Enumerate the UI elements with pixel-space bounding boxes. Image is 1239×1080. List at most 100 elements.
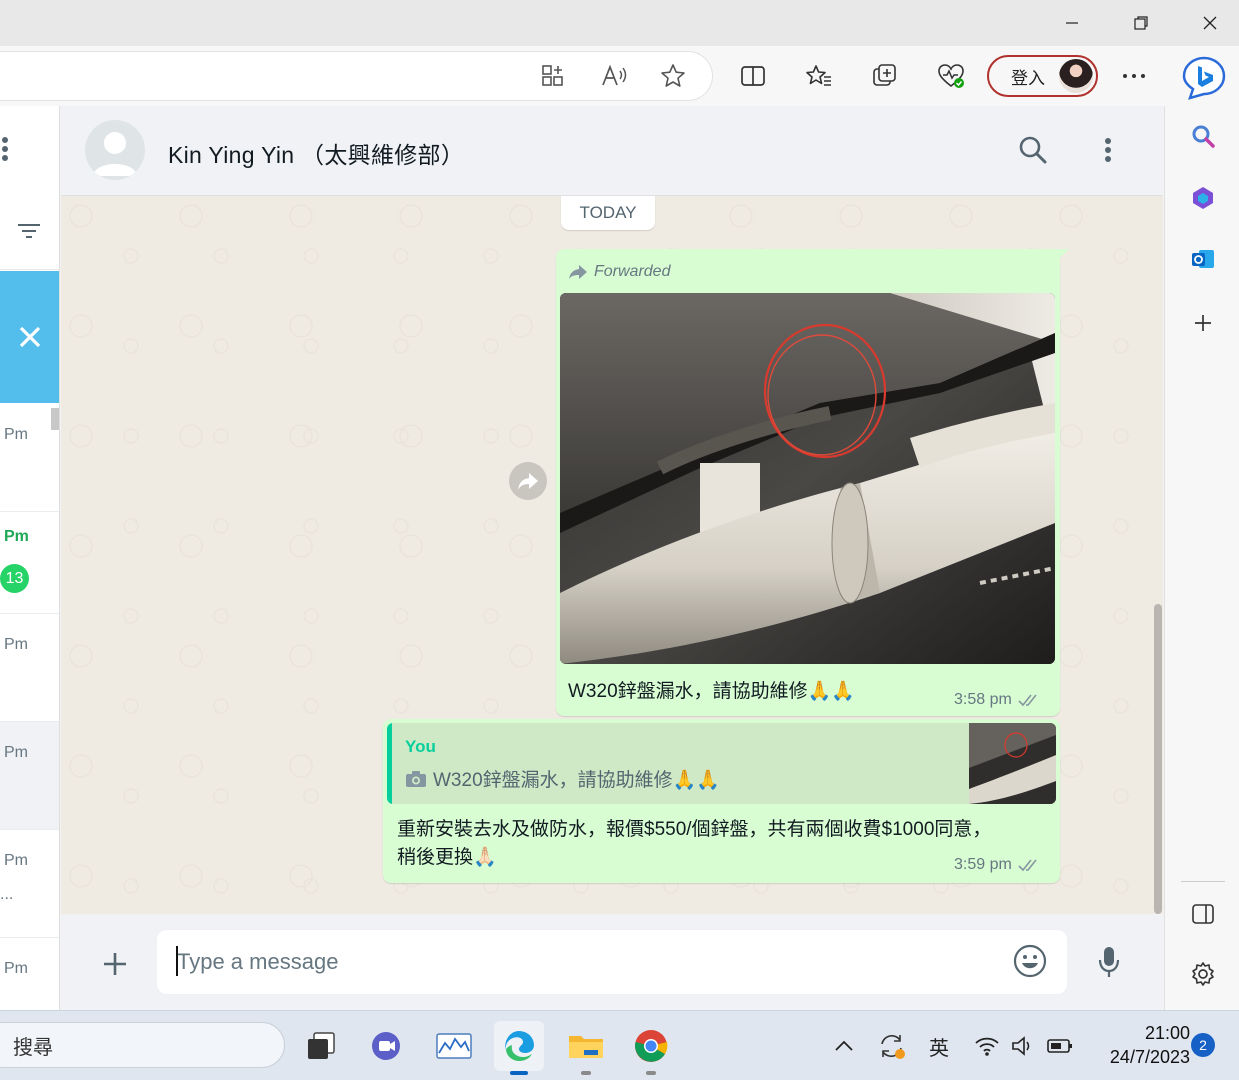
message-photo[interactable]	[560, 293, 1055, 664]
taskbar-search-placeholder: 搜尋	[13, 1036, 53, 1059]
emoji-button[interactable]	[1011, 942, 1049, 980]
chat-list-item[interactable]: Pm 13	[0, 506, 59, 614]
quote-thumbnail	[969, 723, 1056, 804]
sidebar-settings-button[interactable]	[1185, 956, 1221, 992]
message-time: 3:58 pm	[954, 691, 1012, 708]
forwarded-label: Forwarded	[568, 263, 670, 281]
outgoing-message[interactable]: Forwarded W320鋅盤漏水，請協助維修🙏🙏 3:58 pm	[556, 249, 1069, 716]
teams-meet-button[interactable]	[362, 1021, 412, 1071]
file-explorer-button[interactable]	[561, 1021, 611, 1075]
task-view-icon	[308, 1032, 335, 1059]
wifi-icon	[975, 1037, 999, 1056]
chat-time: Pm	[4, 426, 28, 443]
performance-monitor-button[interactable]	[429, 1021, 479, 1071]
edge-taskbar-button[interactable]	[494, 1021, 544, 1075]
task-view-button[interactable]	[296, 1021, 346, 1071]
sink-pipe-photo	[560, 293, 1055, 664]
battery-button[interactable]	[1044, 1029, 1076, 1063]
quote-text-row: W320鋅盤漏水，請協助維修🙏🙏	[405, 765, 720, 792]
chevron-up-icon	[835, 1040, 853, 1051]
outgoing-reply-message[interactable]: You W320鋅盤漏水，請協助維修🙏🙏 重新安裝去水及做防水，報價$550/個…	[383, 719, 1060, 883]
chat-scrollbar[interactable]	[1154, 604, 1162, 914]
battery-icon	[1047, 1039, 1072, 1053]
chrome-button[interactable]	[626, 1021, 676, 1075]
clock-time: 21:00	[1144, 1023, 1190, 1043]
double-check-icon	[1018, 859, 1037, 872]
outlook-icon	[1192, 250, 1214, 268]
taskbar-clock[interactable]: 21:00 24/7/2023	[1090, 1021, 1190, 1069]
settings-more-icon[interactable]	[1116, 58, 1152, 94]
message-input[interactable]	[157, 930, 1067, 994]
read-aloud-icon[interactable]	[596, 58, 632, 94]
sidebar-add-button[interactable]	[1185, 305, 1221, 341]
chat-list-item[interactable]: Pm	[0, 404, 59, 512]
forward-message-button[interactable]	[509, 462, 547, 500]
chat-time: Pm	[4, 528, 29, 545]
browser-essentials-icon[interactable]	[933, 58, 969, 94]
favorites-icon[interactable]	[801, 58, 837, 94]
chat-list-item[interactable]: Pm	[0, 614, 59, 722]
restore-icon	[1134, 16, 1148, 30]
vertical-dots-icon	[2, 137, 8, 161]
chrome-icon	[635, 1030, 668, 1062]
chat-header[interactable]: Kin Ying Yin （太興維修部）	[61, 106, 1163, 196]
close-icon	[19, 326, 41, 348]
filter-button[interactable]	[16, 220, 42, 247]
sync-status-button[interactable]	[876, 1029, 908, 1063]
app-available-icon[interactable]	[535, 58, 571, 94]
split-screen-icon[interactable]	[735, 58, 771, 94]
signin-button[interactable]: 登入	[987, 55, 1098, 97]
gear-icon	[1192, 962, 1214, 986]
voice-message-button[interactable]	[1089, 942, 1129, 982]
contact-avatar[interactable]	[85, 120, 145, 180]
unread-badge: 13	[0, 564, 29, 593]
ime-indicator[interactable]: 英	[924, 1029, 954, 1063]
office-icon	[1193, 187, 1213, 209]
chat-time: Pm	[4, 852, 28, 869]
message-text-line2: 稍後更換🙏🏻	[397, 847, 497, 868]
bing-copilot-button[interactable]	[1180, 54, 1228, 100]
address-bar[interactable]	[0, 52, 712, 100]
notification-badge[interactable]: 2	[1191, 1033, 1215, 1057]
close-window-button[interactable]	[1176, 0, 1239, 46]
close-banner-button[interactable]	[0, 271, 59, 403]
chat-messages-area[interactable]: TODAY Forwarded W320鋅盤漏水，請協助維修🙏🙏 3:58 pm…	[61, 196, 1163, 914]
chat-menu-button[interactable]	[1088, 130, 1128, 170]
message-text-line1: 重新安裝去水及做防水，報價$550/個鋅盤，共有兩個收費$1000同意，	[397, 819, 992, 840]
attach-button[interactable]	[95, 944, 135, 984]
show-hidden-icons-button[interactable]	[832, 1029, 856, 1063]
forwarded-text: Forwarded	[594, 263, 671, 280]
quoted-message[interactable]: You W320鋅盤漏水，請協助維修🙏🙏	[387, 723, 1056, 804]
vertical-dots-icon	[1105, 138, 1111, 162]
minimize-button[interactable]	[1038, 0, 1106, 46]
bubble-tail	[1059, 249, 1069, 259]
sink-pipe-thumbnail	[969, 723, 1056, 804]
speaker-icon	[1012, 1036, 1030, 1056]
contact-name[interactable]: Kin Ying Yin （太興維修部）	[168, 136, 464, 170]
window-titlebar	[0, 0, 1239, 46]
running-indicator	[646, 1071, 656, 1075]
search-messages-button[interactable]	[1013, 130, 1053, 170]
chat-list-item[interactable]: Pm ...	[0, 830, 59, 938]
collections-icon[interactable]	[867, 58, 903, 94]
sidebar-hide-button[interactable]	[1185, 896, 1221, 932]
date-divider: TODAY	[561, 196, 655, 230]
menu-button[interactable]	[0, 134, 10, 169]
active-indicator	[510, 1071, 528, 1075]
sidebar-outlook-button[interactable]	[1185, 241, 1221, 277]
taskbar-search[interactable]: 搜尋	[0, 1022, 285, 1068]
sidebar-search-button[interactable]	[1185, 118, 1221, 154]
text-cursor	[176, 946, 178, 976]
chat-time: Pm	[4, 960, 28, 977]
message-text: W320鋅盤漏水，請協助維修🙏🙏	[568, 681, 855, 702]
search-icon	[1192, 125, 1215, 148]
volume-button[interactable]	[1008, 1029, 1038, 1063]
wifi-button[interactable]	[972, 1029, 1002, 1063]
chat-time: Pm	[4, 744, 28, 761]
sidebar-office-button[interactable]	[1185, 180, 1221, 216]
favorite-star-icon[interactable]	[655, 58, 691, 94]
chat-list-item[interactable]: Pm	[0, 938, 59, 1010]
chat-list-item-selected[interactable]: Pm	[0, 722, 59, 830]
maximize-button[interactable]	[1107, 0, 1175, 46]
edge-sidebar	[1164, 106, 1239, 1010]
